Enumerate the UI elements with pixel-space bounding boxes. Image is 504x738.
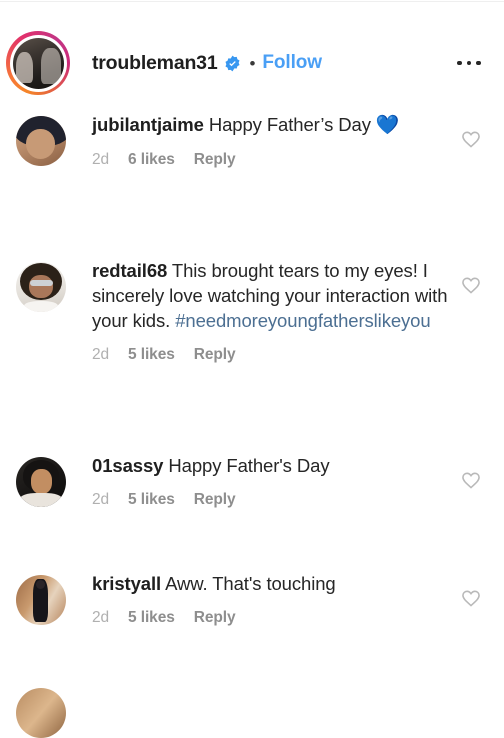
heart-outline-icon[interactable] — [460, 469, 482, 491]
comment-reply-button[interactable]: Reply — [194, 491, 236, 509]
comment-body: redtail68 This brought tears to my eyes!… — [66, 258, 460, 364]
avatar-art-sunglasses — [29, 279, 53, 286]
instagram-comments-panel: troubleman31 • Follow jubilantjaime Happ… — [0, 0, 504, 738]
comment-item: kristyall Aww. That's touching 2d 5 like… — [0, 571, 504, 689]
comment-message: Happy Father's Day — [163, 455, 330, 476]
blue-heart-emoji: 💙 — [375, 115, 400, 136]
group-photo-avatar-art — [12, 37, 64, 89]
story-ring-inner — [9, 34, 67, 92]
follow-button[interactable]: Follow — [262, 52, 322, 74]
verified-badge-icon — [225, 55, 240, 71]
next-comment-avatar-partial[interactable] — [16, 688, 66, 738]
comment-timestamp: 2d — [92, 346, 110, 363]
more-options-icon[interactable] — [452, 51, 486, 75]
more-dot-3 — [476, 60, 481, 66]
avatar-art — [16, 575, 66, 625]
top-divider — [0, 1, 504, 2]
header-name-row: troubleman31 • Follow — [92, 52, 452, 75]
avatar-art — [16, 457, 66, 507]
comment-likes-count[interactable]: 6 likes — [128, 151, 175, 169]
comment-text: 01sassy Happy Father's Day — [92, 453, 452, 478]
comment-meta: 2d 5 likes Reply — [92, 609, 452, 627]
profile-story-ring[interactable] — [6, 31, 70, 95]
comment-message: Happy Father’s Day — [203, 114, 376, 135]
commenter-username[interactable]: 01sassy — [92, 455, 163, 476]
more-dot-2 — [466, 60, 472, 66]
comment-body: kristyall Aww. That's touching 2d 5 like… — [66, 571, 460, 627]
post-header: troubleman31 • Follow — [0, 26, 504, 100]
post-author-username[interactable]: troubleman31 — [92, 52, 218, 75]
heart-outline-icon[interactable] — [460, 128, 482, 150]
comment-reply-button[interactable]: Reply — [194, 151, 236, 169]
commenter-avatar-redtail68[interactable] — [16, 262, 66, 312]
commenter-username[interactable]: redtail68 — [92, 260, 167, 281]
comment-item: redtail68 This brought tears to my eyes!… — [0, 258, 504, 453]
comment-text: redtail68 This brought tears to my eyes!… — [92, 258, 452, 333]
avatar-art-top — [24, 301, 58, 312]
comments-list: jubilantjaime Happy Father’s Day 💙 2d 6 … — [0, 112, 504, 689]
comment-timestamp: 2d — [92, 609, 110, 626]
header-separator-dot: • — [249, 53, 256, 73]
comment-item: 01sassy Happy Father's Day 2d 5 likes Re… — [0, 453, 504, 571]
comment-meta: 2d 5 likes Reply — [92, 491, 452, 509]
comment-meta: 2d 6 likes Reply — [92, 151, 452, 169]
comment-item: jubilantjaime Happy Father’s Day 💙 2d 6 … — [0, 112, 504, 258]
comment-meta: 2d 5 likes Reply — [92, 346, 452, 364]
more-dot-1 — [457, 60, 462, 66]
comment-reply-button[interactable]: Reply — [194, 609, 236, 627]
avatar-art-shirt — [20, 493, 62, 507]
comment-message: Aww. That's touching — [161, 573, 336, 594]
comment-likes-count[interactable]: 5 likes — [128, 609, 175, 627]
comment-body: 01sassy Happy Father's Day 2d 5 likes Re… — [66, 453, 460, 509]
comment-hashtag[interactable]: #needmoreyoungfatherslikeyou — [175, 310, 430, 331]
commenter-username[interactable]: kristyall — [92, 573, 161, 594]
comment-text: jubilantjaime Happy Father’s Day 💙 — [92, 112, 452, 138]
comment-body: jubilantjaime Happy Father’s Day 💙 2d 6 … — [66, 112, 460, 169]
comment-reply-button[interactable]: Reply — [194, 346, 236, 364]
comment-timestamp: 2d — [92, 151, 110, 168]
profile-avatar[interactable] — [12, 37, 64, 89]
heart-outline-icon[interactable] — [460, 587, 482, 609]
commenter-avatar-kristyall[interactable] — [16, 575, 66, 625]
commenter-avatar-jubilantjaime[interactable] — [16, 116, 66, 166]
comment-timestamp: 2d — [92, 491, 110, 508]
avatar-art — [16, 262, 66, 312]
comment-likes-count[interactable]: 5 likes — [128, 491, 175, 509]
heart-outline-icon[interactable] — [460, 274, 482, 296]
comment-text: kristyall Aww. That's touching — [92, 571, 452, 596]
commenter-avatar-01sassy[interactable] — [16, 457, 66, 507]
avatar-art — [16, 116, 66, 166]
comment-likes-count[interactable]: 5 likes — [128, 346, 175, 364]
avatar-art — [16, 688, 66, 738]
commenter-username[interactable]: jubilantjaime — [92, 114, 204, 135]
